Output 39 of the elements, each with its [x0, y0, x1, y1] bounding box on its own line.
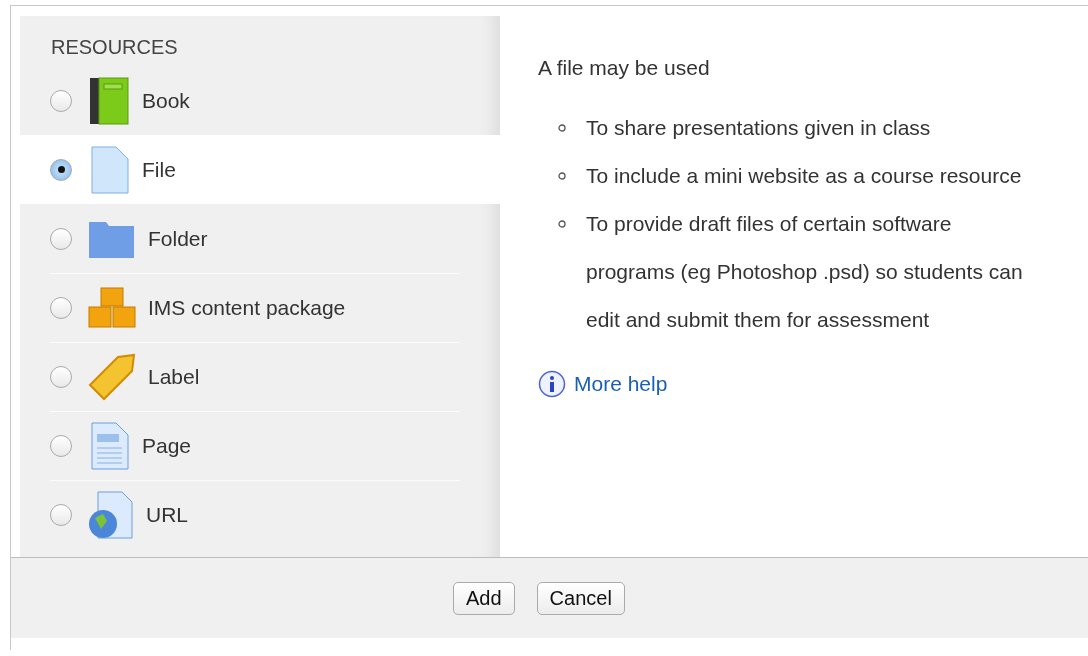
radio-button[interactable] — [50, 227, 72, 250]
page-icon — [88, 421, 130, 470]
radio-button[interactable] — [50, 158, 72, 181]
resource-option[interactable]: File — [20, 135, 500, 204]
help-bullet: To share presentations given in class — [586, 115, 931, 141]
resource-option[interactable]: Folder — [20, 204, 500, 273]
book-icon — [88, 76, 130, 125]
resource-option[interactable]: Book — [20, 66, 500, 135]
bullet-icon — [558, 220, 566, 228]
option-label: IMS content package — [148, 295, 346, 320]
file-icon — [88, 145, 130, 194]
web-page-icon — [88, 490, 134, 539]
option-label: Page — [142, 433, 192, 458]
cancel-button[interactable]: Cancel — [536, 581, 625, 615]
help-bullet: To include a mini website as a course resource — [586, 163, 1022, 189]
radio-button[interactable] — [50, 365, 72, 388]
more-help-link[interactable]: More help — [574, 372, 668, 396]
radio-button[interactable] — [50, 434, 72, 457]
section-heading: RESOURCES — [50, 35, 179, 60]
resource-option[interactable]: Page — [20, 411, 500, 480]
info-icon — [538, 370, 566, 398]
radio-button[interactable] — [50, 296, 72, 319]
resource-option[interactable]: URL — [20, 480, 500, 549]
radio-button[interactable] — [50, 89, 72, 112]
resource-option[interactable]: Label — [20, 342, 500, 411]
option-label: Label — [148, 364, 200, 389]
option-label: URL — [146, 502, 188, 527]
tag-icon — [88, 352, 136, 401]
bullet-icon — [558, 124, 566, 132]
add-button[interactable]: Add — [453, 581, 515, 615]
resource-option[interactable]: IMS content package — [20, 273, 500, 342]
option-label: File — [142, 157, 176, 182]
boxes-icon — [88, 286, 136, 329]
option-label: Book — [142, 88, 190, 113]
radio-button[interactable] — [50, 503, 72, 526]
help-intro: A file may be used — [538, 56, 711, 80]
option-label: Folder — [148, 226, 208, 251]
bullet-icon — [558, 172, 566, 180]
help-bullet: To provide draft files of certain software programs (eg Photoshop .psd) so students can edit and submit them for assessment — [586, 211, 1024, 333]
